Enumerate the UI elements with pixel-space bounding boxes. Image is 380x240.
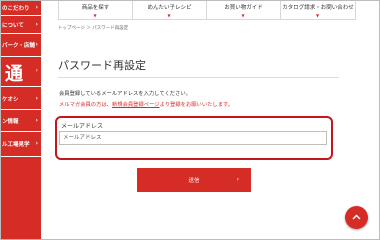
chevron-right-icon: ›: [35, 21, 38, 28]
tab-products[interactable]: 商品を探す ▼: [58, 1, 132, 19]
email-field[interactable]: [59, 131, 327, 145]
tab-catalog-contact[interactable]: カタログ請求・お問い合わせ ▼: [280, 1, 356, 19]
sidebar-item-kodawari[interactable]: のこだわり ›: [1, 1, 41, 16]
chevron-right-icon: ›: [35, 95, 38, 102]
email-label: メールアドレス: [61, 123, 104, 130]
sidebar-item-park-store[interactable]: パーク・店舗 ›: [1, 34, 41, 57]
tsuu-logo: 通: [5, 64, 23, 85]
chevron-right-icon: ›: [236, 176, 239, 183]
sidebar-item-about[interactable]: について ›: [1, 16, 41, 34]
submit-label: 送信: [188, 178, 200, 184]
info-text: 会員登録しているメールアドレスを入力してください。: [59, 91, 191, 97]
title-divider: [58, 77, 339, 78]
sidebar-item-label: のこだわり: [2, 6, 30, 12]
sidebar-item-tsuu[interactable]: 通 ›: [1, 57, 41, 87]
sidebar-item-factory-tour[interactable]: ル工場見学 ›: [1, 132, 41, 157]
sidebar-item-label: ケオシ: [2, 97, 19, 103]
page-title: パスワード再設定: [58, 59, 146, 72]
signup-link[interactable]: 新規会員登録ページ: [112, 102, 160, 108]
page-top-button[interactable]: [345, 206, 368, 229]
tab-label: めんたい子レシピ: [147, 5, 192, 11]
sidebar: のこだわり › について › パーク・店舗 › 通 › ケオシ › ン情報 › …: [1, 1, 41, 239]
tab-label: カタログ請求・お問い合わせ: [282, 5, 354, 11]
notice-suffix: より登録をお願いいたします。: [159, 102, 234, 108]
sidebar-item-info[interactable]: ン情報 ›: [1, 110, 41, 132]
chevron-right-icon: ›: [35, 117, 38, 124]
breadcrumb: トップページ ＞ パスワード再設定: [58, 26, 129, 31]
tab-label: お買い物ガイド: [224, 5, 263, 11]
browser-frame: のこだわり › について › パーク・店舗 › 通 › ケオシ › ン情報 › …: [0, 0, 380, 240]
chevron-right-icon: ›: [35, 41, 38, 48]
chevron-down-icon: ▼: [167, 13, 171, 18]
chevron-down-icon: ▼: [316, 13, 320, 18]
notice-text: メルマガ会員の方は、新規会員登録ページより登録をお願いいたします。: [59, 100, 233, 108]
chevron-right-icon: ›: [35, 4, 38, 11]
sidebar-item-label: ル工場見学: [2, 142, 30, 148]
tab-recipes[interactable]: めんたい子レシピ ▼: [132, 1, 206, 19]
sidebar-item-label: パーク・店舗: [2, 43, 35, 49]
notice-prefix: メルマガ会員の方は、: [59, 102, 112, 108]
chevron-down-icon: ▼: [93, 13, 97, 18]
tab-shopping-guide[interactable]: お買い物ガイド ▼: [206, 1, 280, 19]
sidebar-item-keoshi[interactable]: ケオシ ›: [1, 87, 41, 110]
chevron-up-icon: [352, 214, 361, 220]
top-nav: 商品を探す ▼ めんたい子レシピ ▼ お買い物ガイド ▼ カタログ請求・お問い合…: [58, 1, 356, 20]
sidebar-item-label: ン情報: [2, 119, 19, 125]
chevron-right-icon: ›: [35, 67, 38, 74]
submit-button[interactable]: 送信 ›: [137, 168, 251, 192]
tab-label: 商品を探す: [81, 5, 110, 11]
sidebar-item-label: について: [2, 23, 24, 29]
chevron-down-icon: ▼: [241, 13, 245, 18]
chevron-right-icon: ›: [35, 140, 38, 147]
